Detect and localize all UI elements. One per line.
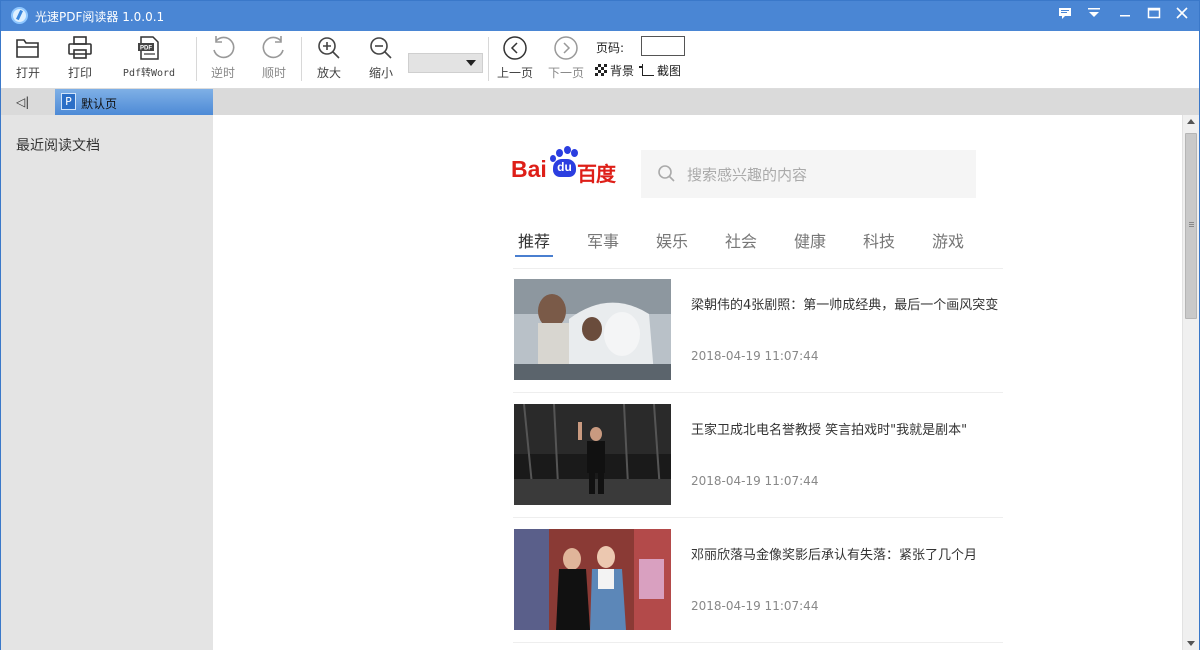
zoom-in-label: 放大 [316, 66, 341, 80]
minimize-icon[interactable] [1115, 6, 1135, 26]
logo-du-text: du [553, 159, 576, 177]
next-page-label: 下一页 [547, 66, 584, 80]
zoom-out-button[interactable]: 缩小 [364, 35, 398, 81]
next-page-button[interactable]: 下一页 [545, 35, 587, 81]
news-thumbnail [514, 404, 671, 505]
recent-documents-title: 最近阅读文档 [16, 138, 100, 154]
tab-default-page[interactable]: P 默认页 [55, 89, 213, 115]
open-label: 打开 [15, 66, 40, 80]
pdf-file-icon: PDF [138, 36, 159, 60]
zoom-out-label: 缩小 [368, 66, 393, 80]
grip-icon [1189, 222, 1194, 223]
window-title: 光速PDF阅读器 1.0.0.1 [35, 10, 165, 24]
app-window: 光速PDF阅读器 1.0.0.1 打开 打印 PDF Pdf转Word 逆时 顺… [0, 0, 1200, 650]
paw-toe [564, 146, 571, 154]
feedback-icon[interactable] [1055, 6, 1075, 26]
news-title[interactable]: 王家卫成北电名誉教授 笑言拍戏时"我就是剧本" [691, 419, 1003, 442]
rotate-cw-button[interactable]: 顺时 [257, 35, 291, 81]
rotate-ccw-button[interactable]: 逆时 [206, 35, 240, 81]
vertical-scrollbar[interactable] [1182, 115, 1199, 650]
toolbar-separator [488, 37, 489, 81]
news-title[interactable]: 梁朝伟的4张剧照：第一帅成经典，最后一个画风突变 [691, 294, 1003, 317]
chevron-down-icon [466, 60, 476, 66]
pdf-to-word-label: Pdf转Word [122, 68, 176, 79]
logo-cn-text: 百度 [577, 162, 616, 186]
print-label: 打印 [67, 66, 92, 80]
search-input[interactable]: 搜索感兴趣的内容 [641, 150, 976, 198]
search-placeholder: 搜索感兴趣的内容 [687, 166, 808, 184]
news-category-tabs: 推荐 军事 娱乐 社会 健康 科技 游戏 [513, 231, 1003, 269]
tab-society[interactable]: 社会 [725, 231, 757, 269]
close-icon[interactable] [1172, 6, 1192, 26]
app-logo-icon [11, 7, 28, 24]
menu-dropdown-icon[interactable] [1084, 6, 1104, 26]
pdf-to-word-button[interactable]: PDF Pdf转Word [119, 35, 179, 79]
zoom-in-icon [318, 37, 340, 59]
screenshot-label: 截图 [657, 64, 682, 78]
zoom-level-select[interactable] [408, 53, 483, 73]
rotate-ccw-label: 逆时 [210, 66, 235, 80]
news-thumbnail [514, 529, 671, 630]
news-time: 2018-04-19 11:07:44 [691, 349, 819, 363]
open-button[interactable]: 打开 [11, 35, 45, 81]
toolbar-separator [301, 37, 302, 81]
news-time: 2018-04-19 11:07:44 [691, 599, 819, 613]
arrow-right-circle-icon [554, 36, 578, 60]
rotate-right-icon [262, 36, 284, 59]
page-number-input[interactable] [641, 36, 685, 56]
start-page-content: Bai du 百度 搜索感兴趣的内容 推荐 军事 娱乐 社会 健康 科技 游戏 [213, 115, 1182, 650]
news-item[interactable]: 邓丽欣落马金像奖影后承认有失落：紧张了几个月 2018-04-19 11:07:… [513, 518, 1003, 643]
zoom-out-icon [370, 37, 392, 59]
scroll-thumb[interactable] [1185, 133, 1197, 319]
tab-bar: ◁| P 默认页 [1, 89, 1199, 115]
maximize-icon[interactable] [1144, 6, 1164, 26]
baidu-logo[interactable]: Bai du 百度 [511, 145, 623, 186]
tab-technology[interactable]: 科技 [863, 231, 895, 269]
scroll-down-icon[interactable] [1187, 641, 1195, 646]
background-icon [595, 64, 607, 76]
search-icon [658, 165, 675, 182]
paw-toe [571, 149, 578, 157]
prev-page-label: 上一页 [496, 66, 533, 80]
printer-icon [68, 36, 92, 59]
zoom-in-button[interactable]: 放大 [312, 35, 346, 81]
logo-bai-text: Bai [511, 156, 547, 182]
news-thumbnail [514, 279, 671, 380]
sidebar: 最近阅读文档 [1, 115, 213, 650]
news-item[interactable]: 王家卫成北电名誉教授 笑言拍戏时"我就是剧本" 2018-04-19 11:07… [513, 393, 1003, 518]
tab-games[interactable]: 游戏 [932, 231, 964, 269]
tab-health[interactable]: 健康 [794, 231, 826, 269]
news-time: 2018-04-19 11:07:44 [691, 474, 819, 488]
title-bar: 光速PDF阅读器 1.0.0.1 [1, 1, 1199, 31]
arrow-left-circle-icon [503, 36, 527, 60]
rotate-left-icon [213, 36, 235, 59]
crop-icon [639, 64, 654, 76]
prev-page-button[interactable]: 上一页 [494, 35, 536, 81]
paw-toe [556, 149, 563, 157]
rotate-cw-label: 顺时 [261, 66, 286, 80]
toolbar-separator [196, 37, 197, 81]
print-button[interactable]: 打印 [63, 35, 97, 81]
background-button[interactable]: 背景 [595, 62, 634, 79]
folder-icon [16, 39, 39, 58]
tab-label: 默认页 [81, 97, 118, 111]
page-icon: P [61, 93, 76, 110]
news-item[interactable]: 梁朝伟的4张剧照：第一帅成经典，最后一个画风突变 2018-04-19 11:0… [513, 268, 1003, 393]
collapse-sidebar-icon[interactable]: ◁| [16, 95, 29, 109]
background-label: 背景 [610, 64, 635, 78]
news-title[interactable]: 邓丽欣落马金像奖影后承认有失落：紧张了几个月 [691, 544, 1003, 567]
scroll-up-icon[interactable] [1187, 119, 1195, 124]
tab-recommend[interactable]: 推荐 [514, 231, 554, 269]
tab-entertainment[interactable]: 娱乐 [656, 231, 688, 269]
tab-military[interactable]: 军事 [587, 231, 619, 269]
svg-text:PDF: PDF [140, 46, 152, 52]
screenshot-button[interactable]: 截图 [639, 62, 682, 79]
page-number-label: 页码: [596, 41, 625, 55]
